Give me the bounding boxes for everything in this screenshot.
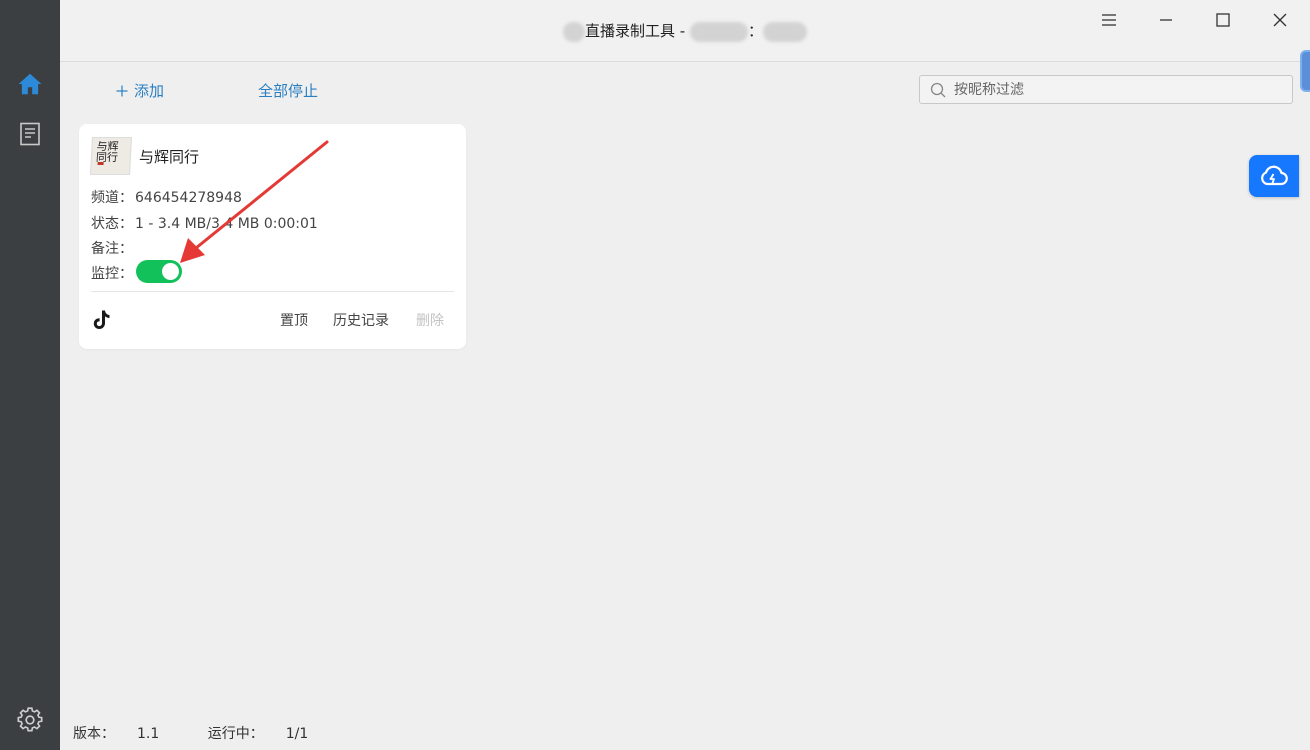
channel-value: 646454278948 — [135, 190, 242, 206]
search-input[interactable] — [954, 81, 1274, 98]
annotation-arrow — [180, 140, 329, 263]
stop-all-button[interactable]: 全部停止 — [258, 80, 318, 101]
close-button[interactable] — [1260, 8, 1300, 32]
sidebar — [0, 0, 60, 750]
cloud-button[interactable] — [1249, 155, 1299, 197]
search-box[interactable] — [919, 75, 1293, 104]
running-info: 运行中： 1/1 — [207, 726, 309, 742]
sidebar-item-log[interactable] — [15, 119, 45, 149]
toggle-knob — [162, 263, 179, 280]
monitor-row: 监控： — [91, 266, 133, 282]
pin-button[interactable]: 置顶 — [280, 310, 308, 330]
status-value: 1 - 3.4 MB/3.4 MB 0:00:01 — [135, 216, 318, 232]
stop-all-label: 全部停止 — [258, 82, 319, 100]
plus-icon — [116, 85, 128, 96]
avatar: 与辉同行 — [90, 137, 132, 175]
status-bar: 版本： 1.1 运行中： 1/1 — [73, 723, 352, 743]
search-icon — [930, 82, 946, 97]
edge-handle[interactable] — [1300, 50, 1310, 92]
tiktok-icon — [93, 310, 110, 329]
note-row: 备注： — [91, 241, 133, 257]
maximize-button[interactable] — [1203, 8, 1243, 32]
redacted-text — [762, 21, 807, 42]
maximize-icon — [1216, 13, 1230, 27]
redacted-text — [563, 21, 586, 42]
title-bar: 直播录制工具 - ： — [60, 0, 1310, 62]
cloud-icon — [1261, 165, 1288, 186]
settings-button[interactable] — [15, 705, 45, 735]
minimize-icon — [1160, 19, 1172, 21]
document-icon — [20, 122, 40, 146]
streamer-name: 与辉同行 — [139, 148, 200, 166]
card-divider — [91, 291, 454, 292]
streamer-card: 与辉同行 与辉同行 频道： 646454278948 状态： 1 - 3.4 MB/… — [79, 124, 466, 349]
channel-row: 频道： 646454278948 — [91, 190, 242, 206]
redacted-text — [689, 21, 748, 42]
hamburger-menu-icon — [1102, 14, 1116, 26]
monitor-toggle[interactable] — [136, 260, 182, 283]
add-label: 添加 — [134, 82, 165, 100]
status-row: 状态： 1 - 3.4 MB/3.4 MB 0:00:01 — [91, 216, 318, 232]
home-icon — [18, 73, 42, 95]
add-button[interactable]: 添加 — [116, 80, 164, 101]
delete-button[interactable]: 删除 — [416, 310, 444, 330]
menu-button[interactable] — [1089, 8, 1129, 32]
sidebar-item-home[interactable] — [15, 69, 45, 99]
history-button[interactable]: 历史记录 — [333, 310, 389, 330]
settings-icon — [17, 707, 43, 732]
minimize-button[interactable] — [1146, 8, 1186, 32]
close-icon — [1273, 13, 1287, 27]
version-info: 版本： 1.1 — [73, 726, 160, 742]
